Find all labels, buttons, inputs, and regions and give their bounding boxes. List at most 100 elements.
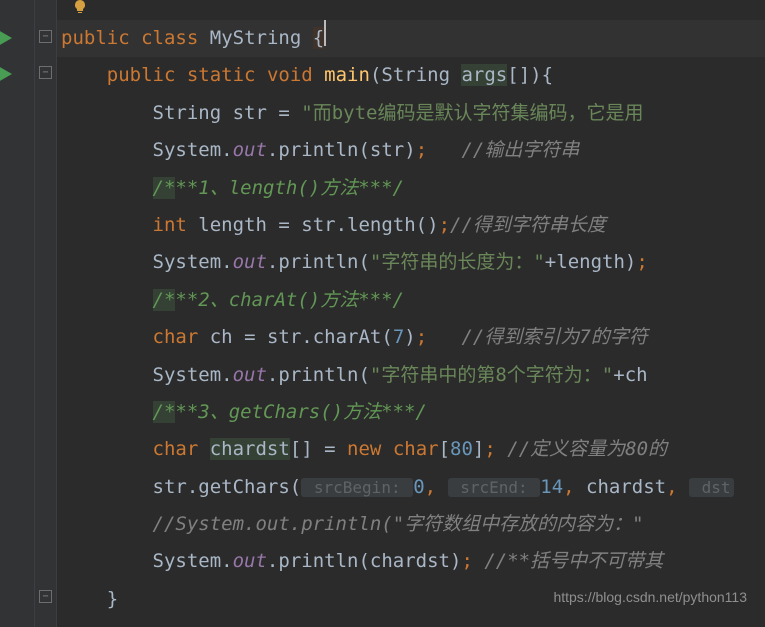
arg: chardst — [575, 476, 667, 498]
keyword: char — [153, 326, 199, 348]
watermark-text: https://blog.csdn.net/python113 — [553, 589, 747, 605]
semi: ; — [416, 139, 462, 161]
method: charAt — [313, 326, 382, 348]
code-line[interactable]: /*/***1、length()方法***/**1、length()方法***/ — [57, 170, 765, 207]
fold-toggle-icon[interactable] — [39, 30, 52, 43]
param: args — [461, 64, 507, 86]
ident: System. — [153, 139, 233, 161]
method-name: main — [324, 64, 370, 86]
field: out — [233, 139, 267, 161]
variable: ch — [210, 326, 233, 348]
code-area[interactable]: public class MyString { public static vo… — [57, 0, 765, 627]
class-name: MyString — [210, 27, 302, 49]
semi: ; — [484, 438, 507, 460]
comma: , — [666, 476, 689, 498]
op: + — [545, 251, 556, 273]
semi: ; — [461, 550, 484, 572]
field: out — [233, 550, 267, 572]
dot: . — [267, 550, 278, 572]
arg: ch — [625, 364, 648, 386]
comma: , — [425, 476, 448, 498]
code-line[interactable]: str.getChars( srcBegin: 0, srcEnd: 14, c… — [57, 469, 765, 506]
type: String — [381, 64, 450, 86]
number: 7 — [393, 326, 404, 348]
keyword: void — [267, 64, 313, 86]
comment: //得到字符串长度 — [450, 214, 606, 236]
ident: System. — [153, 364, 233, 386]
code-line[interactable]: System.out.println("字符串中的第8个字符为："+ch — [57, 357, 765, 394]
code-line[interactable]: public class MyString { — [57, 20, 765, 57]
ident: str. — [153, 476, 199, 498]
op: = — [313, 438, 347, 460]
code-line[interactable]: //System.out.println("字符数组中存放的内容为：" — [57, 506, 765, 543]
paren: ( — [358, 550, 369, 572]
paren: ) — [625, 251, 636, 273]
ident: str. — [301, 214, 347, 236]
paren: ) — [427, 214, 438, 236]
code-line[interactable]: char chardst[] = new char[80]; //定义容量为80… — [57, 431, 765, 468]
code-editor[interactable]: public class MyString { public static vo… — [0, 0, 765, 627]
paren: ( — [290, 476, 301, 498]
comment: //输出字符串 — [461, 139, 579, 161]
code-line[interactable]: int length = str.length();//得到字符串长度 — [57, 207, 765, 244]
text-cursor — [324, 20, 326, 46]
brace: { — [542, 64, 553, 86]
comment: //得到索引为7的字符 — [461, 326, 647, 348]
brace: { — [313, 27, 324, 49]
param-hint: srcBegin: — [301, 478, 413, 497]
keyword: public — [61, 27, 130, 49]
code-line[interactable]: System.out.println("字符串的长度为："+length); — [57, 244, 765, 281]
fold-gutter — [35, 0, 57, 627]
paren: ) — [404, 139, 415, 161]
comment: //**括号中不可带其 — [484, 550, 663, 572]
brace: } — [107, 588, 118, 610]
doc-comment: **2、charAt()方法***/ — [175, 289, 404, 311]
type: String — [153, 102, 222, 124]
method: println — [278, 550, 358, 572]
comment: //定义容量为80的 — [507, 438, 667, 460]
fold-toggle-icon[interactable] — [39, 590, 52, 603]
dot: . — [267, 364, 278, 386]
dot: . — [267, 251, 278, 273]
op: = — [267, 102, 301, 124]
code-line[interactable]: String str = "而byte编码是默认字符集编码，它是用 — [57, 95, 765, 132]
op: = — [233, 326, 267, 348]
keyword: new — [347, 438, 381, 460]
code-line[interactable]: char ch = str.charAt(7); //得到索引为7的字符 — [57, 319, 765, 356]
dot: . — [267, 139, 278, 161]
left-gutter — [0, 0, 35, 627]
fold-toggle-icon[interactable] — [39, 66, 52, 79]
arg: chardst — [370, 550, 450, 572]
number: 0 — [413, 476, 424, 498]
variable: length — [198, 214, 267, 236]
code-line[interactable]: System.out.println(str); //输出字符串 — [57, 132, 765, 169]
doc-comment: **3、getChars()方法***/ — [175, 401, 426, 423]
doc-comment: **1、length()方法***/ — [175, 177, 404, 199]
paren: ( — [381, 326, 392, 348]
arg: str — [370, 139, 404, 161]
run-marker-icon[interactable] — [0, 66, 12, 82]
method: println — [278, 251, 358, 273]
code-line[interactable]: /***2、charAt()方法***/ — [57, 282, 765, 319]
keyword: char — [153, 438, 199, 460]
op: = — [267, 214, 301, 236]
method: getChars — [198, 476, 290, 498]
variable: chardst — [210, 438, 290, 460]
code-line[interactable]: System.out.println(chardst); //**括号中不可带其 — [57, 543, 765, 580]
bracket: [ — [439, 438, 450, 460]
variable: str — [233, 102, 267, 124]
paren: ( — [358, 251, 369, 273]
param-hint: dst — [689, 478, 734, 497]
brackets: [] — [290, 438, 313, 460]
comment: //System.out.println("字符数组中存放的内容为：" — [153, 513, 644, 535]
paren: ) — [530, 64, 541, 86]
paren: ) — [404, 326, 415, 348]
run-marker-icon[interactable] — [0, 30, 12, 46]
field: out — [233, 251, 267, 273]
code-line[interactable]: /***3、getChars()方法***/ — [57, 394, 765, 431]
brackets: [] — [507, 64, 530, 86]
code-line[interactable]: public static void main(String args[]){ — [57, 57, 765, 94]
lightbulb-icon[interactable] — [72, 0, 88, 14]
paren: ) — [450, 550, 461, 572]
arg: length — [556, 251, 625, 273]
